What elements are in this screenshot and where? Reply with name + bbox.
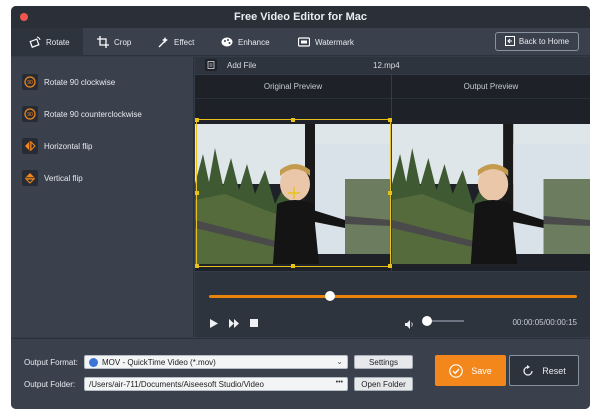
crop-handle-bottom-right[interactable] — [388, 264, 392, 268]
file-bar: Add File 12.mp4 — [195, 57, 590, 74]
reset-icon — [523, 364, 533, 376]
tab-rotate[interactable]: Rotate — [11, 28, 83, 56]
file-name: 12.mp4 — [373, 61, 400, 70]
output-format-value: MOV - QuickTime Video (*.mov) — [102, 357, 216, 367]
chevron-down-icon: ⌄ — [336, 357, 343, 366]
reset-label: Reset — [542, 365, 566, 376]
seek-handle[interactable] — [325, 291, 336, 301]
play-button[interactable] — [209, 319, 218, 331]
tab-enhance-label: Enhance — [238, 37, 270, 47]
play-icon — [210, 319, 218, 328]
add-file-button[interactable]: Add File — [205, 59, 256, 71]
seek-bar[interactable] — [209, 295, 577, 298]
stop-button[interactable] — [250, 319, 258, 330]
crop-handle-top-right[interactable] — [388, 118, 392, 122]
vertical-flip-option[interactable]: Vertical flip — [22, 168, 83, 188]
quicktime-icon — [89, 357, 98, 367]
output-preview-pane: Output Preview — [392, 75, 590, 271]
add-file-label: Add File — [227, 60, 257, 70]
output-folder-field[interactable]: /Users/air-711/Documents/Aiseesoft Studi… — [84, 377, 348, 391]
playback-time: 00:00:05/00:00:15 — [512, 318, 577, 327]
vertical-flip-label: Vertical flip — [44, 173, 83, 183]
rotate-90-clockwise-option[interactable]: 90 Rotate 90 clockwise — [22, 72, 115, 92]
tab-crop-label: Crop — [114, 37, 132, 47]
back-to-home-label: Back to Home — [518, 37, 570, 46]
rotate-90-clockwise-label: Rotate 90 clockwise — [44, 77, 116, 87]
output-format-select[interactable]: MOV - QuickTime Video (*.mov) ⌄ — [84, 355, 348, 369]
tab-watermark-label: Watermark — [315, 37, 354, 47]
enhance-icon — [221, 36, 233, 48]
tab-crop[interactable]: Crop — [97, 28, 131, 56]
svg-text:90: 90 — [27, 112, 33, 118]
horizontal-flip-option[interactable]: Horizontal flip — [22, 136, 92, 156]
output-video-frame — [392, 124, 590, 264]
output-settings-bar: Output Format: MOV - QuickTime Video (*.… — [11, 338, 590, 409]
save-label: Save — [471, 365, 492, 376]
reset-button[interactable]: Reset — [509, 355, 579, 386]
open-folder-button[interactable]: Open Folder — [354, 377, 413, 391]
browse-folder-button[interactable]: ••• — [336, 379, 343, 386]
edit-toolbar: Rotate Crop Effect Enhance Watermark Bac… — [11, 28, 590, 56]
watermark-icon — [298, 36, 310, 48]
volume-icon — [405, 320, 413, 329]
volume-handle[interactable] — [422, 316, 433, 326]
settings-button[interactable]: Settings — [354, 355, 413, 369]
effect-icon — [157, 36, 169, 48]
vertical-flip-icon — [22, 170, 38, 186]
title-bar: Free Video Editor for Mac — [11, 6, 590, 28]
rotate-options-panel: 90 Rotate 90 clockwise 90 Rotate 90 coun… — [11, 57, 194, 337]
window-title: Free Video Editor for Mac — [233, 11, 368, 23]
crop-center-icon — [288, 187, 300, 199]
stop-icon — [250, 319, 258, 327]
crop-handle-left[interactable] — [195, 191, 199, 195]
tab-enhance[interactable]: Enhance — [221, 28, 270, 56]
add-file-icon — [205, 59, 217, 71]
fast-forward-icon — [229, 319, 239, 328]
original-preview-label: Original Preview — [195, 75, 391, 99]
crop-handle-top[interactable] — [291, 118, 295, 122]
tab-rotate-label: Rotate — [46, 37, 70, 47]
back-arrow-icon — [504, 35, 515, 48]
rotate-ccw-icon: 90 — [22, 106, 38, 122]
output-format-label: Output Format: — [24, 358, 78, 367]
horizontal-flip-icon — [22, 138, 38, 154]
crop-handle-bottom-left[interactable] — [195, 264, 199, 268]
checkmark-icon — [449, 363, 464, 378]
rotate-90-counterclockwise-option[interactable]: 90 Rotate 90 counterclockwise — [22, 104, 142, 124]
horizontal-flip-label: Horizontal flip — [44, 141, 93, 151]
save-button[interactable]: Save — [435, 355, 506, 386]
output-folder-path: /Users/air-711/Documents/Aiseesoft Studi… — [89, 379, 264, 389]
rotate-icon — [29, 36, 41, 48]
crop-handle-top-left[interactable] — [195, 118, 199, 122]
app-window: Free Video Editor for Mac Rotate Crop Ef… — [11, 6, 590, 409]
output-preview-label: Output Preview — [392, 75, 590, 99]
crop-icon — [97, 36, 109, 48]
playback-controls: 00:00:05/00:00:15 — [195, 272, 590, 337]
output-folder-label: Output Folder: — [24, 380, 76, 389]
svg-text:90: 90 — [27, 80, 33, 86]
crop-frame[interactable] — [195, 118, 392, 268]
tab-watermark[interactable]: Watermark — [298, 28, 354, 56]
fast-forward-button[interactable] — [229, 319, 239, 331]
crop-handle-right[interactable] — [388, 191, 392, 195]
rotate-cw-icon: 90 — [22, 74, 38, 90]
crop-handle-bottom[interactable] — [291, 264, 295, 268]
tab-effect-label: Effect — [174, 37, 195, 47]
volume-button[interactable] — [405, 320, 415, 332]
back-to-home-button[interactable]: Back to Home — [495, 32, 579, 51]
rotate-90-counterclockwise-label: Rotate 90 counterclockwise — [44, 109, 142, 119]
tab-effect[interactable]: Effect — [157, 28, 194, 56]
